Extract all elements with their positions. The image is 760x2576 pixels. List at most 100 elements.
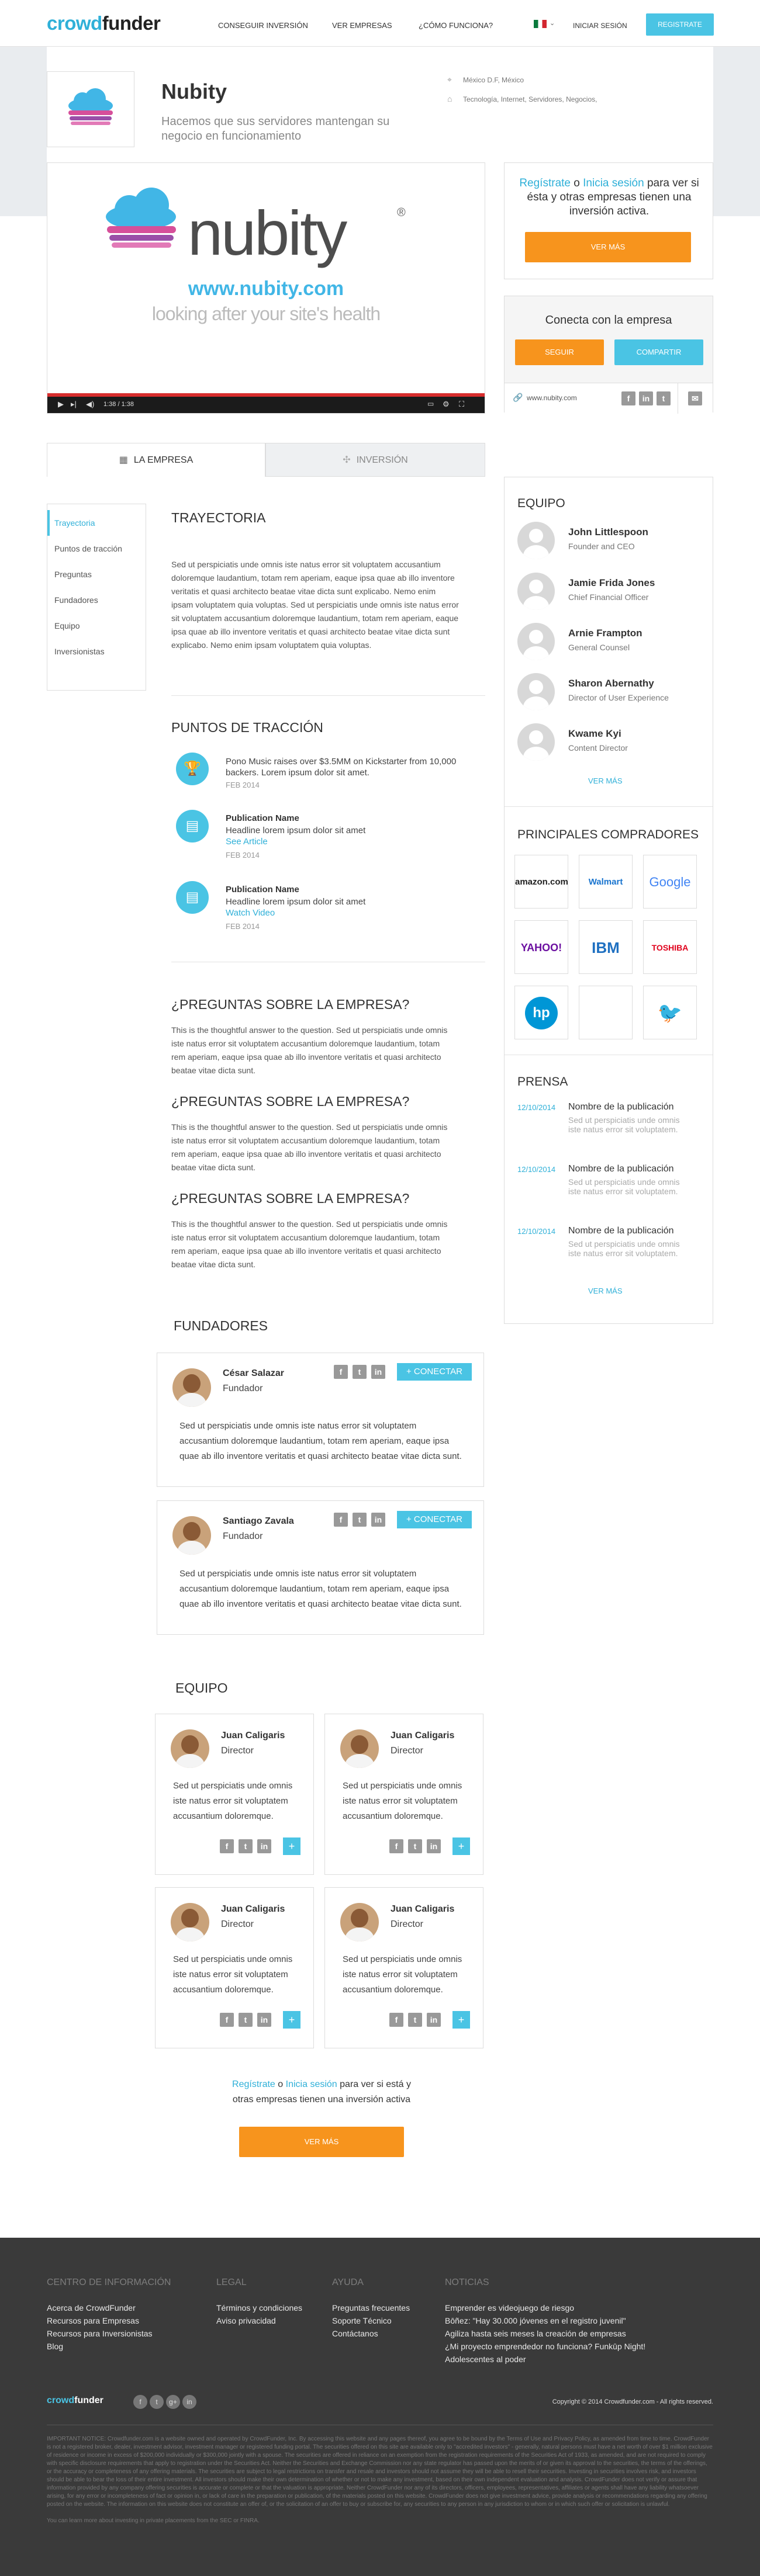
footer-logo[interactable]: crowdfunder — [47, 2395, 103, 2406]
nav-ver-empresas[interactable]: VER EMPRESAS — [332, 21, 392, 30]
footer-link[interactable]: ¿Mi proyecto emprendedor no funciona? Fu… — [445, 2342, 645, 2351]
share-button[interactable]: COMPARTIR — [614, 339, 703, 365]
footer-link[interactable]: Emprender es videojuego de riesgo — [445, 2303, 574, 2312]
linkedin-icon[interactable]: in — [427, 2013, 441, 2027]
facebook-icon[interactable]: f — [220, 1839, 234, 1853]
buyer-amazon[interactable]: amazon.com — [514, 855, 568, 909]
section-nav-puntos-traccion[interactable]: Puntos de tracción — [47, 536, 147, 561]
see-article-link[interactable]: See Article — [226, 837, 268, 847]
section-nav-equipo[interactable]: Equipo — [47, 613, 147, 639]
nav-como-funciona[interactable]: ¿CÓMO FUNCIONA? — [419, 21, 493, 30]
team-2-name[interactable]: Juan Caligaris — [391, 1731, 454, 1741]
person-5-name[interactable]: Kwame Kyi — [568, 728, 621, 740]
facebook-icon[interactable]: f — [621, 391, 635, 405]
register-link[interactable]: Regístrate — [519, 177, 571, 189]
volume-icon[interactable]: ◀) — [86, 400, 94, 409]
footer-link[interactable]: Contáctanos — [332, 2329, 378, 2338]
buyer-toshiba[interactable]: TOSHIBA — [643, 920, 697, 974]
add-button[interactable]: + — [283, 2011, 300, 2029]
ver-mas-button[interactable]: VER MÁS — [525, 232, 691, 262]
ver-mas-bottom-button[interactable]: VER MÁS — [239, 2127, 404, 2157]
play-icon[interactable]: ▶ — [58, 400, 64, 409]
footer-link[interactable]: Bōñez: "Hay 30.000 jóvenes en el registr… — [445, 2316, 626, 2325]
buyer-google[interactable]: Google — [643, 855, 697, 909]
twitter-icon[interactable]: t — [150, 2395, 164, 2409]
email-icon[interactable]: ✉ — [688, 391, 702, 405]
founder-2-name[interactable]: Santiago Zavala — [223, 1516, 294, 1527]
facebook-icon[interactable]: f — [334, 1365, 348, 1379]
twitter-icon[interactable]: t — [353, 1365, 367, 1379]
person-4-name[interactable]: Sharon Abernathy — [568, 678, 654, 689]
press-1-title[interactable]: Nombre de la publicación — [568, 1102, 674, 1112]
facebook-icon[interactable]: f — [389, 1839, 403, 1853]
login-link-card[interactable]: Inicia sesión — [583, 177, 644, 189]
register-button[interactable]: REGISTRATE — [646, 13, 714, 36]
footer-link[interactable]: Soporte Técnico — [332, 2316, 392, 2325]
mexico-flag-icon[interactable] — [534, 20, 547, 28]
press-2-title[interactable]: Nombre de la publicación — [568, 1164, 674, 1174]
team-1-name[interactable]: Juan Caligaris — [221, 1731, 285, 1741]
footer-link[interactable]: Recursos para Empresas — [47, 2316, 139, 2325]
twitter-icon[interactable]: t — [657, 391, 671, 405]
twitter-icon[interactable]: t — [408, 1839, 422, 1853]
connect-button[interactable]: + CONECTAR — [397, 1511, 472, 1528]
company-video[interactable]: nubity ® www.nubity.com looking after yo… — [47, 162, 485, 414]
connect-button[interactable]: + CONECTAR — [397, 1363, 472, 1381]
facebook-icon[interactable]: f — [133, 2395, 147, 2409]
tab-inversion[interactable]: ✣ INVERSIÓN — [265, 443, 485, 477]
add-button[interactable]: + — [452, 1837, 470, 1855]
watch-video-link[interactable]: Watch Video — [226, 908, 275, 918]
company-website[interactable]: www.nubity.com — [527, 394, 577, 402]
person-3-name[interactable]: Arnie Frampton — [568, 627, 642, 639]
linkedin-icon[interactable]: in — [257, 1839, 271, 1853]
facebook-icon[interactable]: f — [220, 2013, 234, 2027]
facebook-icon[interactable]: f — [334, 1513, 348, 1527]
linkedin-icon[interactable]: in — [427, 1839, 441, 1853]
follow-button[interactable]: SEGUIR — [515, 339, 604, 365]
section-nav-trayectoria[interactable]: Trayectoria — [47, 510, 147, 536]
team-4-name[interactable]: Juan Caligaris — [391, 1904, 454, 1915]
linkedin-icon[interactable]: in — [371, 1513, 385, 1527]
buyer-yahoo[interactable]: YAHOO! — [514, 920, 568, 974]
team-3-name[interactable]: Juan Caligaris — [221, 1904, 285, 1915]
buyer-apple[interactable] — [579, 986, 633, 1039]
register-link-bottom[interactable]: Regístrate — [232, 2079, 275, 2089]
section-nav-fundadores[interactable]: Fundadores — [47, 587, 147, 613]
facebook-icon[interactable]: f — [389, 2013, 403, 2027]
tab-la-empresa[interactable]: ▦ LA EMPRESA — [47, 443, 265, 477]
twitter-icon[interactable]: t — [239, 2013, 253, 2027]
footer-link[interactable]: Adolescentes al poder — [445, 2355, 526, 2364]
footer-link[interactable]: Recursos para Inversionistas — [47, 2329, 153, 2338]
linkedin-icon[interactable]: in — [371, 1365, 385, 1379]
founder-1-name[interactable]: César Salazar — [223, 1368, 284, 1379]
login-link[interactable]: INICIAR SESIÓN — [573, 22, 627, 30]
buyer-hp[interactable]: hp — [514, 986, 568, 1039]
linkedin-icon[interactable]: in — [639, 391, 653, 405]
footer-link[interactable]: Blog — [47, 2342, 63, 2351]
buyer-twitter[interactable]: 🐦 — [643, 986, 697, 1039]
footer-link[interactable]: Agiliza hasta seis meses la creación de … — [445, 2329, 626, 2338]
next-icon[interactable]: ▸| — [71, 400, 77, 409]
nav-conseguir-inversion[interactable]: CONSEGUIR INVERSIÓN — [218, 21, 308, 30]
chevron-down-icon[interactable]: ⌄ — [550, 19, 555, 27]
footer-link[interactable]: Preguntas frecuentes — [332, 2303, 410, 2312]
footer-link[interactable]: Acerca de CrowdFunder — [47, 2303, 136, 2312]
prensa-ver-mas-link[interactable]: VER MÁS — [588, 1287, 623, 1295]
crowdfunder-logo[interactable]: crowdfunder — [47, 12, 161, 34]
person-1-name[interactable]: John Littlespoon — [568, 526, 648, 538]
section-nav-preguntas[interactable]: Preguntas — [47, 561, 147, 587]
twitter-icon[interactable]: t — [408, 2013, 422, 2027]
footer-link[interactable]: Términos y condiciones — [216, 2303, 302, 2312]
twitter-icon[interactable]: t — [353, 1513, 367, 1527]
settings-icon[interactable]: ⚙ — [443, 400, 450, 409]
linkedin-icon[interactable]: in — [257, 2013, 271, 2027]
twitter-icon[interactable]: t — [239, 1839, 253, 1853]
fullscreen-icon[interactable]: ⛶ — [459, 400, 464, 409]
add-button[interactable]: + — [283, 1837, 300, 1855]
person-2-name[interactable]: Jamie Frida Jones — [568, 577, 655, 589]
equipo-ver-mas-link[interactable]: VER MÁS — [588, 776, 623, 785]
login-link-bottom[interactable]: Inicia sesión — [286, 2079, 337, 2089]
captions-icon[interactable]: ▭ — [427, 400, 434, 408]
buyer-walmart[interactable]: Walmart — [579, 855, 633, 909]
footer-link[interactable]: Aviso privacidad — [216, 2316, 276, 2325]
